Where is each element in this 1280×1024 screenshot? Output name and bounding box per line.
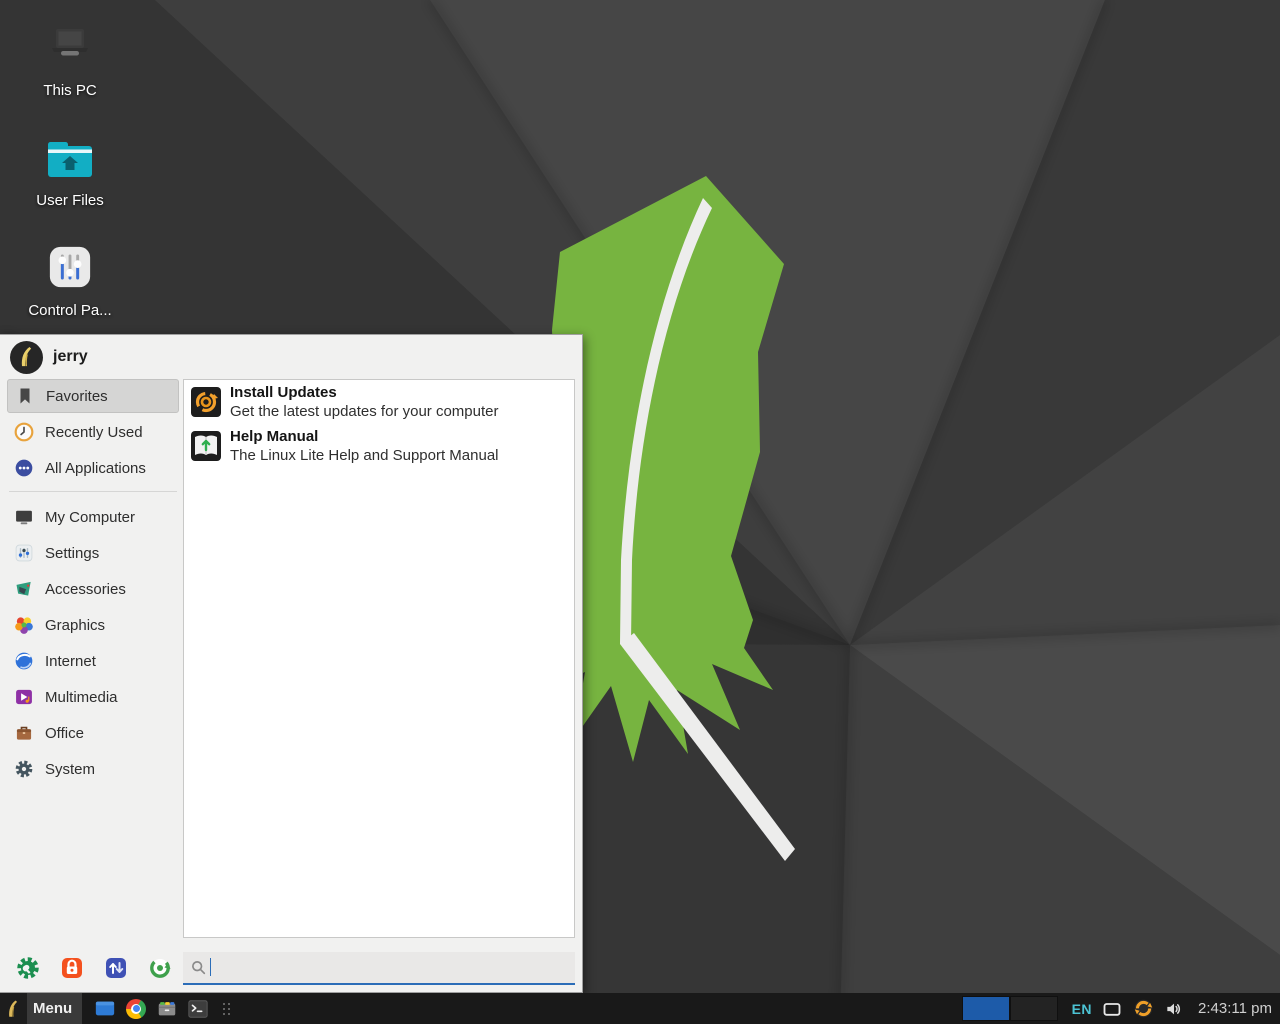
- lock-screen-button[interactable]: [60, 956, 84, 980]
- gear-icon: [13, 758, 35, 780]
- bookmark-icon: [14, 385, 36, 407]
- workspace-switcher: [962, 996, 1058, 1021]
- multimedia-icon: [13, 686, 35, 708]
- user-avatar[interactable]: [10, 341, 43, 374]
- display-tray-icon[interactable]: [1101, 998, 1123, 1020]
- sidebar-item-system[interactable]: System: [7, 752, 179, 786]
- settings-manager-button[interactable]: [16, 956, 40, 980]
- language-indicator[interactable]: EN: [1072, 1001, 1092, 1017]
- sidebar-item-label: System: [45, 761, 95, 778]
- desktop-icon-label: Control Pa...: [15, 302, 125, 319]
- menu-sidebar: Favorites Recently Used: [0, 379, 183, 944]
- graphics-flower-icon: [13, 614, 35, 636]
- app-item-install-updates[interactable]: Install Updates Get the latest updates f…: [184, 380, 574, 424]
- briefcase-icon: [13, 722, 35, 744]
- sidebar-item-label: Office: [45, 725, 84, 742]
- globe-icon: [13, 650, 35, 672]
- switch-user-button[interactable]: [104, 956, 128, 980]
- sidebar-item-label: Settings: [45, 545, 99, 562]
- sidebar-item-settings[interactable]: Settings: [7, 536, 179, 570]
- install-updates-icon: [190, 386, 222, 418]
- menu-app-list: Install Updates Get the latest updates f…: [183, 379, 575, 938]
- desktop-icon-label: This PC: [15, 82, 125, 99]
- lock-icon: [60, 956, 84, 980]
- panel-grip-handle[interactable]: [222, 1002, 232, 1016]
- chrome-icon[interactable]: [125, 998, 147, 1020]
- switch-user-icon: [104, 956, 128, 980]
- logout-icon: [148, 956, 172, 980]
- app-title: Install Updates: [230, 383, 498, 402]
- desktop-icon-control-panel[interactable]: Control Pa...: [15, 244, 125, 319]
- search-icon: [191, 960, 206, 975]
- sidebar-item-my-computer[interactable]: My Computer: [7, 500, 179, 534]
- system-tray: EN 2:43:11: [1072, 998, 1280, 1020]
- sidebar-item-label: Internet: [45, 653, 96, 670]
- clock-icon: [13, 421, 35, 443]
- whisker-menu: jerry Favorites Rece: [0, 334, 583, 993]
- terminal-icon[interactable]: [187, 998, 209, 1020]
- desktop: This PC User Files: [0, 0, 1280, 1024]
- sidebar-item-label: Graphics: [45, 617, 105, 634]
- app-subtitle: The Linux Lite Help and Support Manual: [230, 446, 499, 465]
- app-title: Help Manual: [230, 427, 499, 446]
- apps-grid-icon: [13, 457, 35, 479]
- volume-icon[interactable]: [1163, 998, 1185, 1020]
- update-notifier-icon[interactable]: [1132, 998, 1154, 1020]
- sidebar-item-accessories[interactable]: Accessories: [7, 572, 179, 606]
- sidebar-item-label: Recently Used: [45, 424, 143, 441]
- sidebar-item-label: All Applications: [45, 460, 146, 477]
- menu-header: jerry: [0, 335, 582, 379]
- sidebar-item-label: My Computer: [45, 509, 135, 526]
- username: jerry: [53, 348, 88, 366]
- sliders-icon: [15, 244, 125, 290]
- sidebar-item-multimedia[interactable]: Multimedia: [7, 680, 179, 714]
- sidebar-item-graphics[interactable]: Graphics: [7, 608, 179, 642]
- search-field[interactable]: [183, 952, 575, 985]
- settings-sliders-icon: [13, 542, 35, 564]
- sidebar-item-label: Favorites: [46, 388, 108, 405]
- taskbar: Menu: [0, 993, 1280, 1024]
- sidebar-item-internet[interactable]: Internet: [7, 644, 179, 678]
- menu-button[interactable]: Menu: [0, 993, 82, 1024]
- app-subtitle: Get the latest updates for your computer: [230, 402, 498, 421]
- logout-button[interactable]: [148, 956, 172, 980]
- desktop-icon-this-pc[interactable]: This PC: [15, 24, 125, 99]
- feather-icon: [0, 993, 27, 1024]
- sidebar-separator: [9, 491, 177, 492]
- search-input[interactable]: [211, 959, 567, 976]
- computer-icon: [13, 506, 35, 528]
- desktop-icon-user-files[interactable]: User Files: [15, 134, 125, 209]
- sidebar-item-recently-used[interactable]: Recently Used: [7, 415, 179, 449]
- menu-button-label: Menu: [33, 1000, 72, 1017]
- sidebar-item-all-applications[interactable]: All Applications: [7, 451, 179, 485]
- desktop-icon-label: User Files: [15, 192, 125, 209]
- green-gear-icon: [16, 956, 40, 980]
- accessories-icon: [13, 578, 35, 600]
- laptop-icon: [15, 24, 125, 70]
- file-manager-icon[interactable]: [156, 998, 178, 1020]
- clock[interactable]: 2:43:11 pm: [1198, 1000, 1272, 1017]
- home-folder-icon: [15, 134, 125, 180]
- sidebar-item-office[interactable]: Office: [7, 716, 179, 750]
- show-desktop-icon[interactable]: [94, 998, 116, 1020]
- workspace-1[interactable]: [962, 996, 1010, 1021]
- sidebar-item-label: Accessories: [45, 581, 126, 598]
- app-item-help-manual[interactable]: Help Manual The Linux Lite Help and Supp…: [184, 424, 574, 468]
- sidebar-item-label: Multimedia: [45, 689, 118, 706]
- workspace-2[interactable]: [1010, 996, 1058, 1021]
- menu-footer: [0, 944, 582, 992]
- sidebar-item-favorites[interactable]: Favorites: [7, 379, 179, 413]
- help-manual-icon: [190, 430, 222, 462]
- feather-icon: [17, 346, 37, 368]
